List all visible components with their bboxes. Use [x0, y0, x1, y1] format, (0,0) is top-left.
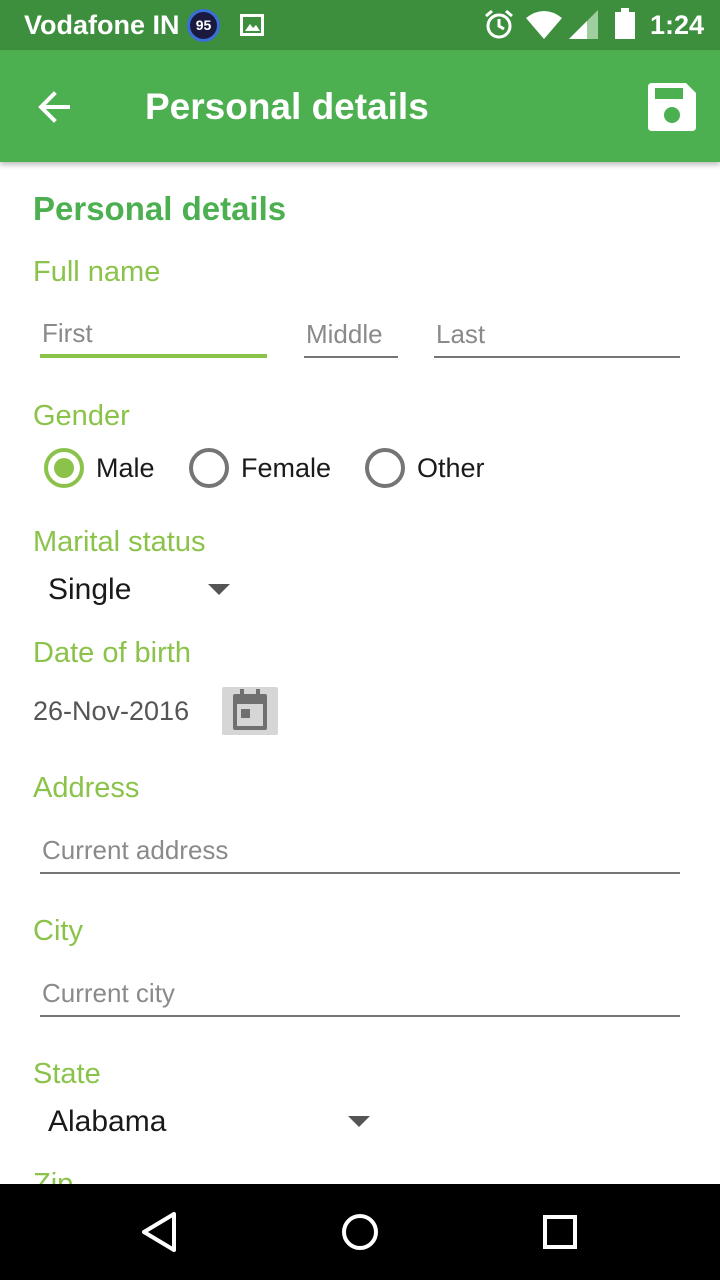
dropdown-arrow-icon: [208, 584, 230, 595]
back-triangle-icon: [142, 1212, 176, 1252]
radio-unchecked-icon: [189, 448, 229, 488]
spinner-value: Single: [48, 573, 132, 606]
date-of-birth-label: Date of birth: [33, 637, 191, 669]
date-picker-button[interactable]: [222, 687, 278, 735]
carrier-name: Vodafone IN: [24, 10, 180, 40]
arrow-back-icon: [38, 91, 70, 123]
radio-label: Other: [417, 452, 485, 483]
save-icon: [648, 83, 696, 131]
gender-radio-other[interactable]: Other: [365, 448, 485, 488]
form-scroll-area[interactable]: Personal details Full name Gender Male F…: [0, 162, 720, 1184]
date-of-birth-value: 26-Nov-2016: [33, 696, 190, 726]
first-name-input[interactable]: [40, 312, 267, 358]
back-button[interactable]: [32, 86, 80, 128]
dropdown-arrow-icon: [348, 1116, 370, 1127]
status-bar: Vodafone IN 95 1:24: [0, 0, 720, 50]
alarm-icon: [483, 8, 515, 45]
status-time: 1:24: [649, 10, 704, 40]
radio-unchecked-icon: [365, 448, 405, 488]
gender-radio-male[interactable]: Male: [44, 448, 155, 488]
address-input[interactable]: [40, 828, 680, 874]
radio-checked-icon: [44, 448, 84, 488]
gender-radio-female[interactable]: Female: [189, 448, 331, 488]
nav-home-button[interactable]: [338, 1210, 382, 1254]
state-spinner[interactable]: Alabama: [48, 1102, 378, 1142]
radio-label: Male: [96, 452, 155, 483]
section-title: Personal details: [33, 190, 287, 227]
radio-label: Female: [241, 452, 332, 483]
toolbar-title: Personal details: [145, 86, 429, 127]
marital-status-label: Marital status: [33, 526, 206, 558]
navigation-bar: [0, 1184, 720, 1280]
signal-icon: [567, 8, 599, 45]
spinner-value: Alabama: [48, 1105, 167, 1138]
calendar-icon: [233, 689, 267, 730]
gender-label: Gender: [33, 400, 130, 432]
notification-count-badge: 95: [187, 9, 220, 42]
last-name-input[interactable]: [434, 312, 680, 358]
nav-recents-button[interactable]: [538, 1210, 582, 1254]
marital-status-spinner[interactable]: Single: [48, 570, 238, 610]
address-label: Address: [33, 772, 140, 804]
wifi-icon: [525, 8, 563, 45]
recents-square-icon: [543, 1215, 577, 1249]
city-input[interactable]: [40, 971, 680, 1017]
nav-back-button[interactable]: [138, 1210, 182, 1254]
home-circle-icon: [342, 1214, 378, 1250]
save-button[interactable]: [646, 81, 698, 133]
image-notification-icon: [240, 14, 264, 41]
app-bar: Personal details: [0, 50, 720, 162]
battery-icon: [614, 8, 636, 45]
city-label: City: [33, 915, 83, 947]
full-name-label: Full name: [33, 256, 161, 288]
zip-label: Zip: [33, 1168, 74, 1184]
middle-name-input[interactable]: [304, 312, 398, 358]
state-label: State: [33, 1058, 101, 1090]
